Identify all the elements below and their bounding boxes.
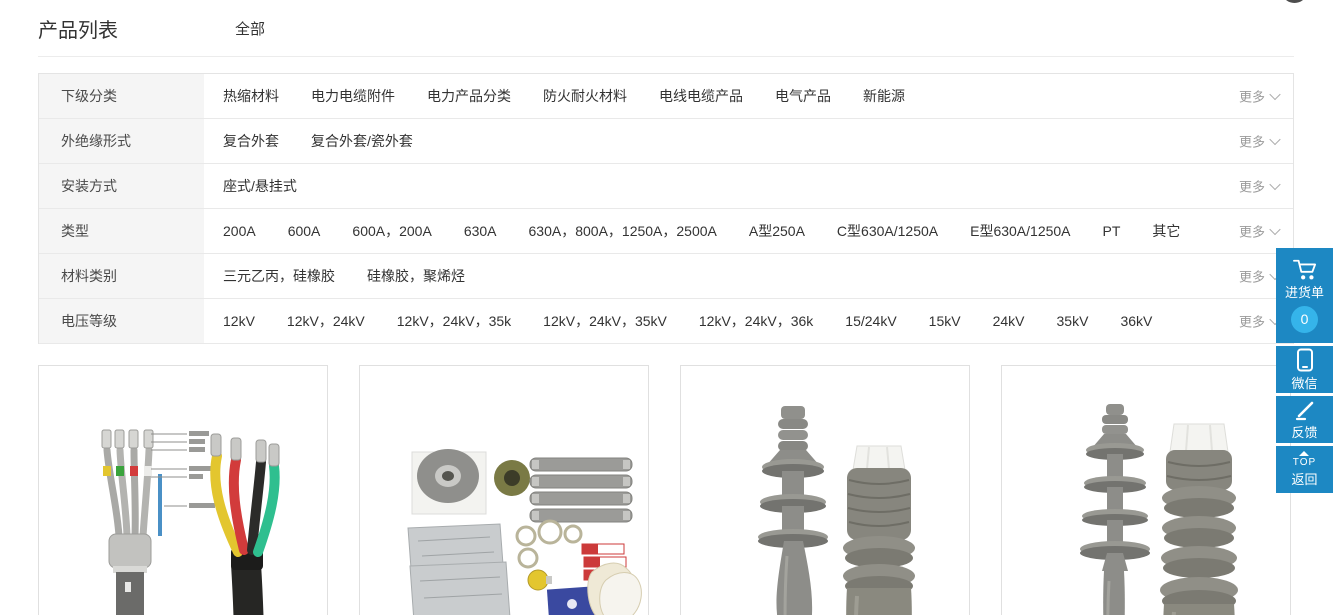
filter-option[interactable]: 630A (464, 223, 497, 239)
filter-label: 下级分类 (39, 74, 204, 118)
more-link[interactable]: 更多 (1239, 222, 1279, 241)
filter-option[interactable]: 200A (223, 223, 256, 239)
product-grid (38, 365, 1294, 615)
more-link[interactable]: 更多 (1239, 87, 1279, 106)
chevron-down-icon (1269, 223, 1280, 234)
feedback-button[interactable]: 反馈 (1276, 396, 1333, 443)
filter-table: 下级分类 热缩材料 电力电缆附件 电力产品分类 防火耐火材料 电线电缆产品 电气… (38, 73, 1294, 344)
filter-option[interactable]: 电线电缆产品 (659, 86, 743, 106)
side-toolbar: 进货单 0 微信 反馈 TOP 返回 (1276, 248, 1333, 496)
filter-row-insulation: 外绝缘形式 复合外套 复合外套/瓷外套 更多 (39, 119, 1293, 164)
filter-row-subcategory: 下级分类 热缩材料 电力电缆附件 电力产品分类 防火耐火材料 电线电缆产品 电气… (39, 74, 1293, 119)
cart-label: 进货单 (1285, 284, 1324, 301)
filter-option[interactable]: 新能源 (863, 86, 905, 106)
filter-option[interactable]: 36kV (1120, 313, 1152, 329)
feedback-label: 反馈 (1291, 424, 1317, 441)
filter-option[interactable]: 热缩材料 (223, 86, 279, 106)
top-text: TOP (1293, 457, 1316, 468)
more-label: 更多 (1239, 267, 1265, 286)
product-card[interactable] (38, 365, 328, 615)
filter-option[interactable]: 12kV，24kV (287, 311, 365, 331)
filter-option[interactable]: 三元乙丙，硅橡胶 (223, 266, 335, 286)
pencil-icon (1293, 399, 1317, 421)
product-card[interactable] (1001, 365, 1291, 615)
cable-termination-diagram (39, 366, 327, 615)
tab-all[interactable]: 全部 (235, 18, 265, 39)
filter-option[interactable]: 复合外套/瓷外套 (311, 131, 413, 151)
filter-option[interactable]: 12kV，24kV，36k (699, 311, 813, 331)
cart-icon (1292, 258, 1318, 281)
filter-label: 类型 (39, 209, 204, 253)
filter-row-material: 材料类别 三元乙丙，硅橡胶 硅橡胶，聚烯烃 更多 (39, 254, 1293, 299)
cart-count-badge: 0 (1291, 306, 1318, 333)
page-title: 产品列表 (38, 14, 118, 43)
cold-shrink-terminations-tall (1002, 366, 1290, 615)
cold-shrink-terminations (681, 366, 969, 615)
more-label: 更多 (1239, 87, 1265, 106)
filter-label: 材料类别 (39, 254, 204, 298)
product-card[interactable] (680, 365, 970, 615)
arrow-up-icon (1299, 451, 1309, 456)
phone-icon (1296, 348, 1314, 372)
filter-option[interactable]: 15/24kV (845, 313, 896, 329)
filter-option[interactable]: 电力电缆附件 (311, 86, 395, 106)
more-label: 更多 (1239, 177, 1265, 196)
filter-row-voltage: 电压等级 12kV 12kV，24kV 12kV，24kV，35k 12kV，2… (39, 299, 1293, 344)
filter-label: 外绝缘形式 (39, 119, 204, 163)
filter-row-type: 类型 200A 600A 600A，200A 630A 630A，800A，12… (39, 209, 1293, 254)
more-label: 更多 (1239, 222, 1265, 241)
cart-button[interactable]: 进货单 0 (1276, 248, 1333, 343)
filter-option[interactable]: 600A，200A (352, 221, 431, 241)
filter-label: 安装方式 (39, 164, 204, 208)
product-list-page: 产品列表 全部 下级分类 热缩材料 电力电缆附件 电力产品分类 防火耐火材料 电… (0, 0, 1333, 615)
filter-option[interactable]: 12kV，24kV，35kV (543, 311, 667, 331)
wechat-label: 微信 (1291, 375, 1317, 392)
more-link[interactable]: 更多 (1239, 312, 1279, 331)
filter-option[interactable]: 座式/悬挂式 (223, 176, 297, 196)
filter-option[interactable]: C型630A/1250A (837, 221, 938, 241)
filter-option[interactable]: A型250A (749, 221, 805, 241)
filter-option[interactable]: 12kV，24kV，35k (397, 311, 511, 331)
filter-label: 电压等级 (39, 299, 204, 343)
back-label: 返回 (1291, 471, 1317, 488)
filter-option[interactable]: 电力产品分类 (427, 86, 511, 106)
more-label: 更多 (1239, 132, 1265, 151)
product-card[interactable] (359, 365, 649, 615)
wechat-button[interactable]: 微信 (1276, 346, 1333, 393)
filter-option[interactable]: 24kV (993, 313, 1025, 329)
filter-option[interactable]: E型630A/1250A (970, 221, 1070, 241)
filter-option[interactable]: 630A，800A，1250A，2500A (529, 221, 717, 241)
filter-row-mounting: 安装方式 座式/悬挂式 更多 (39, 164, 1293, 209)
filter-option[interactable]: 12kV (223, 313, 255, 329)
filter-option[interactable]: 15kV (929, 313, 961, 329)
filter-option[interactable]: 防火耐火材料 (543, 86, 627, 106)
filter-option[interactable]: 硅橡胶，聚烯烃 (367, 266, 465, 286)
chevron-down-icon (1269, 178, 1280, 189)
back-to-top-button[interactable]: TOP 返回 (1276, 446, 1333, 493)
more-label: 更多 (1239, 312, 1265, 331)
chevron-down-icon (1269, 133, 1280, 144)
filter-option[interactable]: 复合外套 (223, 131, 279, 151)
chevron-down-icon (1269, 88, 1280, 99)
filter-option[interactable]: 电气产品 (775, 86, 831, 106)
termination-kit-components (360, 366, 648, 615)
filter-option[interactable]: 其它 (1152, 221, 1180, 241)
more-link[interactable]: 更多 (1239, 132, 1279, 151)
more-link[interactable]: 更多 (1239, 177, 1279, 196)
page-header: 产品列表 全部 (38, 0, 1294, 57)
filter-option[interactable]: 35kV (1057, 313, 1089, 329)
more-link[interactable]: 更多 (1239, 267, 1279, 286)
filter-option[interactable]: PT (1103, 223, 1121, 239)
filter-option[interactable]: 600A (288, 223, 321, 239)
